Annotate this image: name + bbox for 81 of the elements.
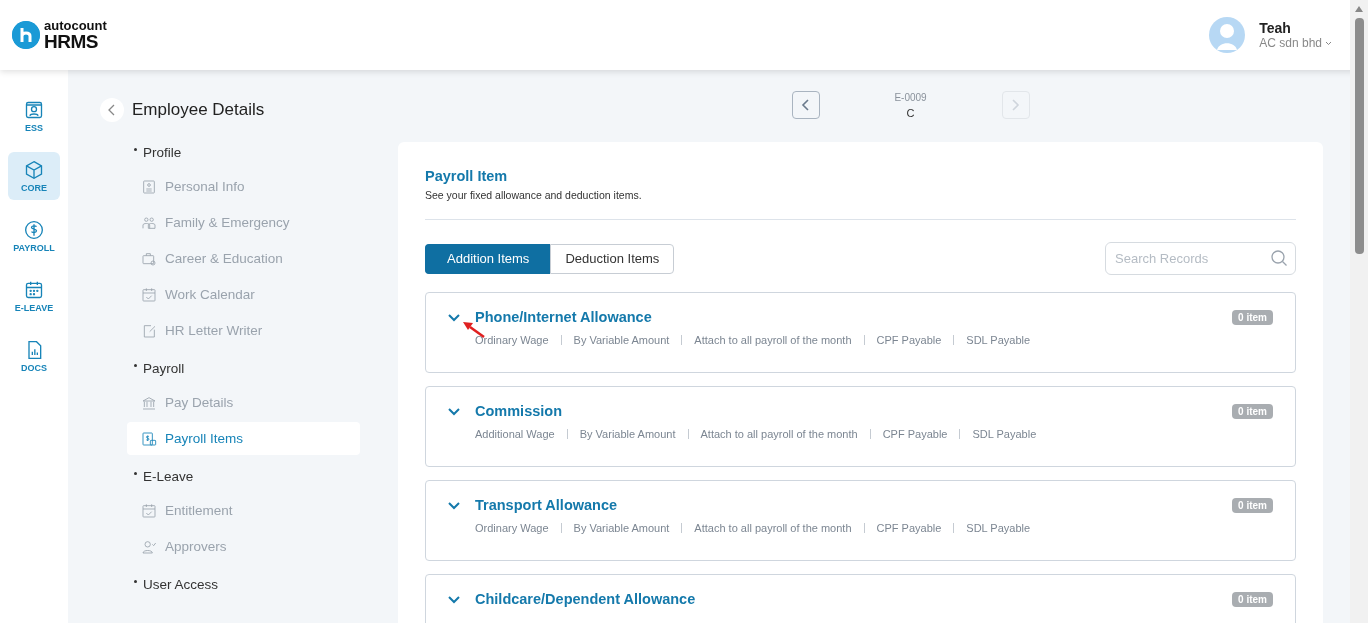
person-icon [24,99,44,120]
employee-code: E-0009 [894,91,927,103]
item-count: 0 item [1232,309,1273,325]
tab[interactable]: Addition Items [425,243,551,274]
rail-nav-item[interactable]: DOCS [8,332,60,380]
bullet-icon [134,579,137,583]
subnav-item[interactable]: Approvers [127,530,360,563]
item-name: Childcare/Dependent Allowance [475,591,697,607]
rail-nav-item[interactable]: PAYROLL [8,212,60,260]
subnav-item[interactable]: Personal Info [127,170,360,203]
scrollbar-thumb[interactable] [1355,18,1364,254]
scroll-up-icon[interactable] [1354,5,1364,13]
item-attribute: CPF Payable [876,334,942,346]
back-button[interactable] [100,98,124,122]
item-name: Commission [475,403,563,419]
calendar-icon [141,502,157,519]
item-attribute: SDL Payable [966,334,1031,346]
bullet-icon [134,471,137,475]
panel-title: Payroll Item [425,168,509,184]
payslip-icon [141,430,157,447]
subnav-item[interactable]: Payroll Items [127,422,360,455]
bag-icon [141,250,157,267]
item-attribute: By Variable Amount [579,428,676,440]
cube-icon [24,159,44,180]
section-heading: Profile [143,144,182,160]
family-icon [141,214,157,231]
bullet-icon [134,363,137,367]
item-attribute: Attach to all payroll of the month [694,522,852,534]
panel-subtitle: See your fixed allowance and deduction items. [425,189,643,201]
item-attribute: SDL Payable [972,428,1037,440]
item-attribute: CPF Payable [876,522,942,534]
logo-brand: autocount [44,19,107,32]
item-attribute: SDL Payable [966,522,1031,534]
letter-icon [141,322,157,339]
item-attribute: Attach to all payroll of the month [694,334,852,346]
rail-nav-item[interactable]: ESS [8,92,60,140]
item-count: 0 item [1232,403,1273,419]
subnav-item[interactable]: Entitlement [127,494,360,527]
item-attribute: CPF Payable [882,428,948,440]
item-attribute: Ordinary Wage [475,334,549,346]
item-name: Phone/Internet Allowance [475,309,653,325]
subnav-item[interactable]: Work Calendar [127,278,360,311]
logo-product: HRMS [44,32,99,51]
item-count: 0 item [1232,591,1273,607]
item-attribute: By Variable Amount [573,334,670,346]
person-icon [141,538,157,555]
annotation-arrow [463,322,485,338]
previous-button[interactable] [791,91,820,119]
item-name: Transport Allowance [475,497,619,513]
subnav-item[interactable]: Pay Details [127,386,360,419]
subnav-item[interactable]: HR Letter Writer [127,314,360,347]
scrollbar[interactable] [1350,0,1368,623]
search-field[interactable]: Search Records [1105,242,1296,275]
item-attribute: Attach to all payroll of the month [700,428,858,440]
company-name[interactable]: AC sdn bhd [1259,36,1322,50]
item-attribute: Ordinary Wage [475,522,549,534]
chevron-left-icon[interactable] [801,99,810,111]
user-name: Teah [1259,20,1292,36]
bullet-icon [134,147,137,151]
search-icon[interactable] [1270,249,1288,267]
section-heading: User Access [143,576,219,592]
rail-nav-item[interactable]: E-LEAVE [8,272,60,320]
section-heading: E-Leave [143,468,194,484]
subnav-item[interactable]: Family & Emergency [127,206,360,239]
calendar-icon [24,279,44,300]
logo-icon [12,21,40,49]
page-title: Employee Details [132,100,265,120]
item-attribute: By Variable Amount [573,522,670,534]
id-icon [141,178,157,195]
chevron-left-icon[interactable] [108,104,116,116]
subnav-item[interactable]: Career & Education [127,242,360,275]
calendar-icon [141,286,157,303]
rail-nav-item[interactable]: CORE [8,152,60,200]
item-attribute: Additional Wage [475,428,555,440]
item-count: 0 item [1232,497,1273,513]
section-heading: Payroll [143,360,185,376]
dollar-icon [24,219,44,240]
employee-name: C [906,106,915,119]
bank-icon [141,394,157,411]
chevron-down-icon[interactable] [1325,40,1332,46]
tab[interactable]: Deduction Items [550,243,675,274]
